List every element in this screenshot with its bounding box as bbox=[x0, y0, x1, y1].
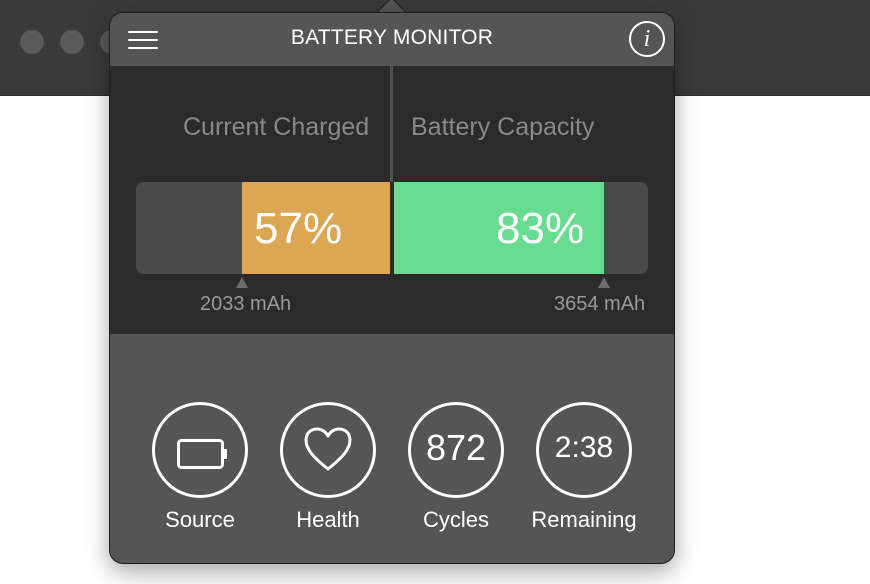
battery-capacity-label: Battery Capacity bbox=[411, 113, 595, 141]
current-charged-percent: 57% bbox=[254, 204, 343, 253]
battery-capacity-percent: 83% bbox=[496, 204, 585, 253]
health-button[interactable] bbox=[280, 402, 376, 498]
battery-capacity-bar: 83% bbox=[394, 182, 648, 274]
current-charged-marker bbox=[236, 277, 248, 288]
cycles-value: 872 bbox=[425, 427, 487, 468]
current-charged-bar: 57% bbox=[136, 182, 390, 274]
battery-monitor-popover: BATTERY MONITOR i Current Charged Batter… bbox=[109, 12, 675, 564]
heart-icon bbox=[303, 427, 353, 478]
current-charged-mah: 2033 mAh bbox=[200, 293, 292, 315]
source-button[interactable] bbox=[152, 402, 248, 498]
cycles-button[interactable]: 872 bbox=[408, 402, 504, 498]
battery-icon bbox=[177, 439, 229, 474]
battery-capacity-marker bbox=[598, 277, 610, 288]
popover-header: BATTERY MONITOR i bbox=[110, 13, 674, 66]
cycles-label: Cycles bbox=[422, 507, 489, 532]
close-window-button[interactable] bbox=[20, 30, 44, 54]
info-icon[interactable]: i bbox=[629, 21, 665, 57]
health-label: Health bbox=[296, 507, 360, 532]
current-charged-label: Current Charged bbox=[183, 113, 370, 141]
battery-capacity-mah: 3654 mAh bbox=[554, 293, 646, 315]
remaining-label: Remaining bbox=[531, 507, 637, 532]
source-label: Source bbox=[165, 507, 235, 532]
remaining-button[interactable]: 2:38 bbox=[536, 402, 632, 498]
section-divider bbox=[390, 66, 393, 182]
minimize-window-button[interactable] bbox=[60, 30, 84, 54]
popover-title: BATTERY MONITOR bbox=[290, 26, 494, 49]
charge-section: Current Charged Battery Capacity 57% 83%… bbox=[110, 66, 674, 334]
remaining-value: 2:38 bbox=[554, 431, 614, 464]
